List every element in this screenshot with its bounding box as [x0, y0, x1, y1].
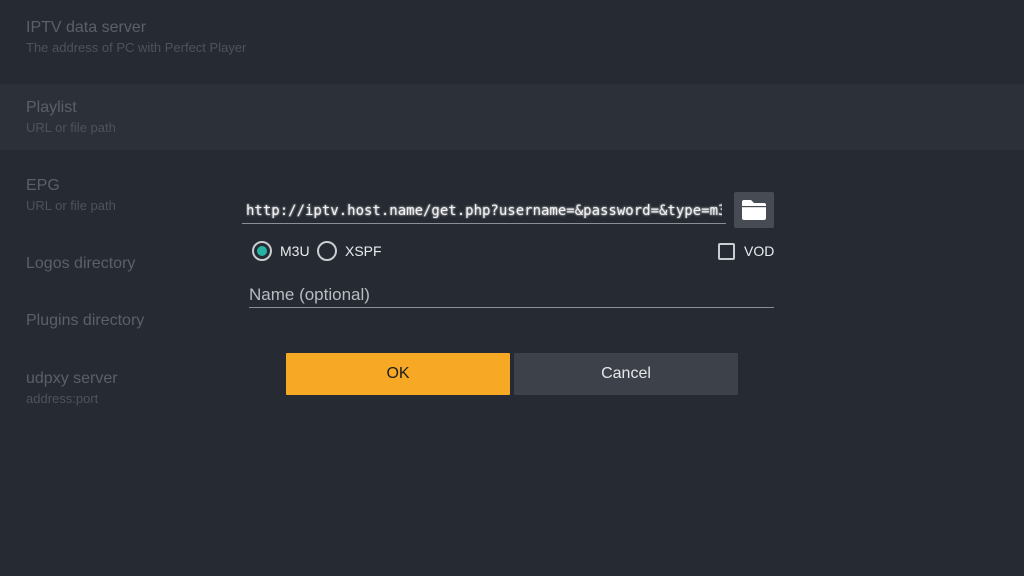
playlist-dialog: M3U XSPF VOD OK Cancel: [0, 0, 1024, 576]
radio-xspf[interactable]: [317, 241, 337, 261]
playlist-name-input[interactable]: [249, 282, 774, 308]
cancel-button[interactable]: Cancel: [514, 353, 738, 395]
playlist-url-input[interactable]: [242, 198, 726, 224]
radio-m3u[interactable]: [252, 241, 272, 261]
folder-icon: [742, 200, 766, 220]
vod-checkbox[interactable]: [718, 243, 735, 260]
radio-xspf-label: XSPF: [345, 243, 382, 259]
browse-folder-button[interactable]: [734, 192, 774, 228]
vod-label: VOD: [744, 243, 775, 259]
radio-m3u-label: M3U: [280, 243, 310, 259]
ok-button[interactable]: OK: [286, 353, 510, 395]
